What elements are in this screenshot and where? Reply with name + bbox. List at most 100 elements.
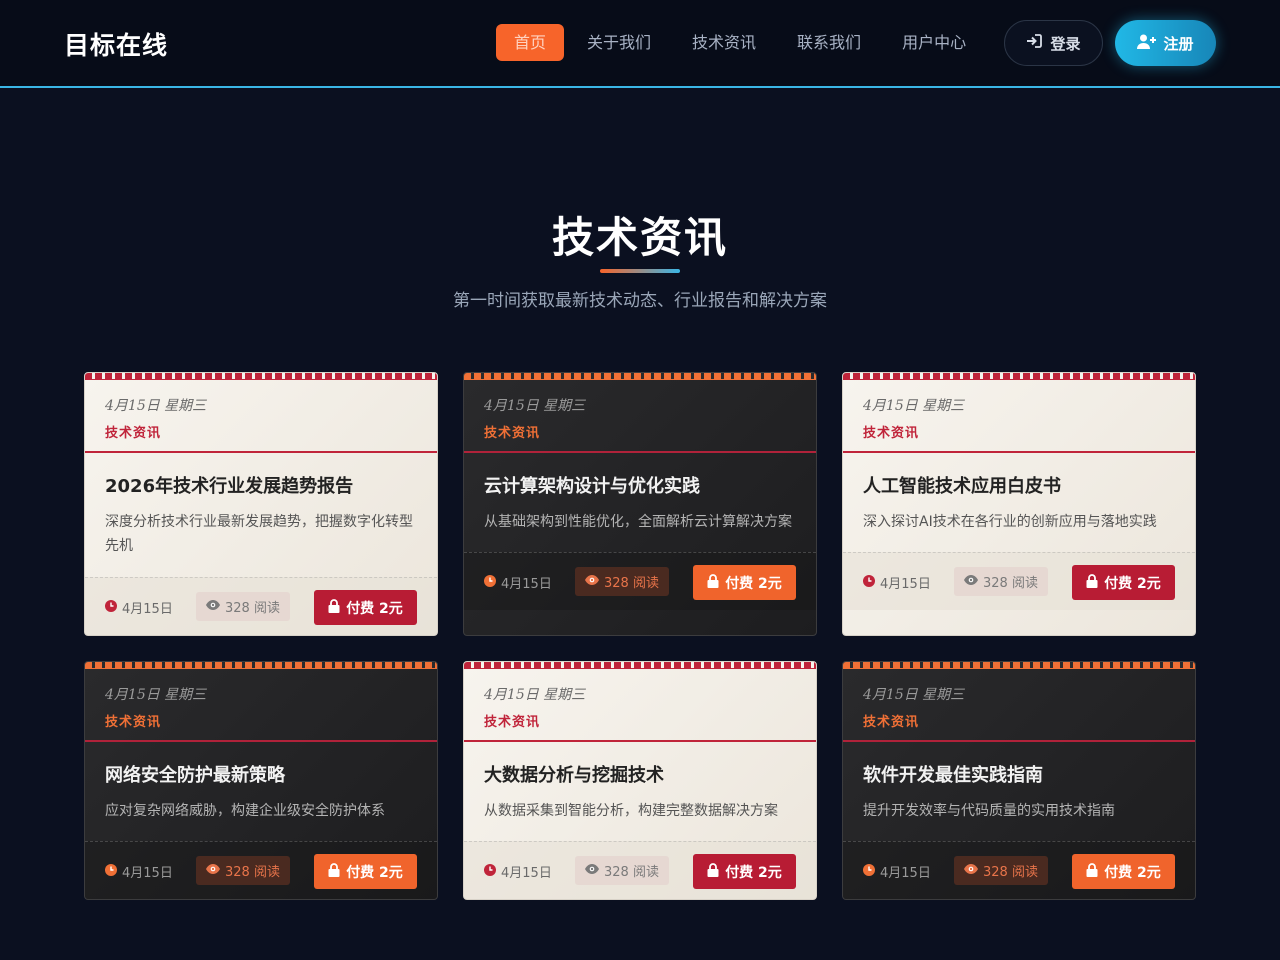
card-views-badge: 328 阅读 xyxy=(575,567,669,596)
card-views-badge: 328 阅读 xyxy=(954,856,1048,885)
card-description: 从基础架构到性能优化，全面解析云计算解决方案 xyxy=(484,514,792,530)
lock-icon xyxy=(1086,862,1098,881)
card-views-text: 328 阅读 xyxy=(983,865,1038,880)
card-stamp-border xyxy=(464,373,816,380)
card-category: 技术资讯 xyxy=(863,715,920,730)
news-card[interactable]: 4月15日 星期三 技术资讯 云计算架构设计与优化实践 从基础架构到性能优化，全… xyxy=(463,372,817,636)
card-divider xyxy=(85,740,437,742)
pay-button[interactable]: 付费 2元 xyxy=(693,854,796,889)
register-label: 注册 xyxy=(1163,34,1194,53)
card-footer-date: 4月15日 xyxy=(863,862,931,881)
card-description: 应对复杂网络威胁，构建企业级安全防护体系 xyxy=(105,803,385,819)
lock-icon xyxy=(707,862,719,881)
card-footer: 4月15日 328 阅读 付费 2元 xyxy=(843,841,1195,899)
eye-icon xyxy=(206,599,220,614)
pay-button[interactable]: 付费 2元 xyxy=(314,854,417,889)
card-date: 4月15日 星期三 xyxy=(105,398,207,414)
card-views-text: 328 阅读 xyxy=(983,576,1038,591)
card-views-badge: 328 阅读 xyxy=(196,856,290,885)
main-nav: 首页 关于我们 技术资讯 联系我们 用户中心 xyxy=(496,24,989,61)
card-date: 4月15日 星期三 xyxy=(863,398,965,414)
news-card[interactable]: 4月15日 星期三 技术资讯 大数据分析与挖掘技术 从数据采集到智能分析，构建完… xyxy=(463,661,817,900)
card-footer: 4月15日 328 阅读 付费 2元 xyxy=(464,552,816,610)
title-underline xyxy=(600,269,680,273)
card-footer: 4月15日 328 阅读 付费 2元 xyxy=(85,841,437,899)
card-title[interactable]: 人工智能技术应用白皮书 xyxy=(863,472,1061,498)
card-views-text: 328 阅读 xyxy=(225,865,280,880)
card-footer-date: 4月15日 xyxy=(105,598,173,617)
card-footer-date-text: 4月15日 xyxy=(880,866,931,881)
card-date: 4月15日 星期三 xyxy=(105,687,207,703)
card-divider xyxy=(464,451,816,453)
eye-icon xyxy=(585,863,599,878)
nav-item-tech-news[interactable]: 技术资讯 xyxy=(674,24,774,61)
lock-icon xyxy=(707,573,719,592)
login-label: 登录 xyxy=(1050,34,1081,53)
news-card[interactable]: 4月15日 星期三 技术资讯 网络安全防护最新策略 应对复杂网络威胁，构建企业级… xyxy=(84,661,438,900)
card-category: 技术资讯 xyxy=(484,426,541,441)
card-footer-date-text: 4月15日 xyxy=(122,602,173,617)
lock-icon xyxy=(1086,573,1098,592)
pay-button[interactable]: 付费 2元 xyxy=(314,590,417,625)
card-title[interactable]: 2026年技术行业发展趋势报告 xyxy=(105,472,353,498)
clock-icon xyxy=(484,574,496,591)
pay-button-label: 付费 2元 xyxy=(725,575,782,592)
pay-button-label: 付费 2元 xyxy=(725,864,782,881)
login-button[interactable]: 登录 xyxy=(1004,20,1103,66)
card-footer: 4月15日 328 阅读 付费 2元 xyxy=(843,552,1195,610)
eye-icon xyxy=(964,574,978,589)
card-footer-date: 4月15日 xyxy=(484,573,552,592)
news-card[interactable]: 4月15日 星期三 技术资讯 软件开发最佳实践指南 提升开发效率与代码质量的实用… xyxy=(842,661,1196,900)
sign-in-icon xyxy=(1026,34,1043,52)
card-category: 技术资讯 xyxy=(105,426,162,441)
lock-icon xyxy=(328,862,340,881)
card-divider xyxy=(85,451,437,453)
news-card[interactable]: 4月15日 星期三 技术资讯 人工智能技术应用白皮书 深入探讨AI技术在各行业的… xyxy=(842,372,1196,636)
card-footer-date-text: 4月15日 xyxy=(501,577,552,592)
card-title[interactable]: 软件开发最佳实践指南 xyxy=(863,761,1043,787)
card-footer-date-text: 4月15日 xyxy=(122,866,173,881)
card-description: 从数据采集到智能分析，构建完整数据解决方案 xyxy=(484,803,778,819)
card-views-badge: 328 阅读 xyxy=(196,592,290,621)
card-description: 深入探讨AI技术在各行业的创新应用与落地实践 xyxy=(863,514,1157,530)
card-title[interactable]: 云计算架构设计与优化实践 xyxy=(484,472,700,498)
card-divider xyxy=(843,451,1195,453)
pay-button[interactable]: 付费 2元 xyxy=(1072,854,1175,889)
card-description: 深度分析技术行业最新发展趋势，把握数字化转型先机 xyxy=(105,514,413,554)
clock-icon xyxy=(105,863,117,880)
nav-item-about[interactable]: 关于我们 xyxy=(569,24,669,61)
eye-icon xyxy=(964,863,978,878)
user-plus-icon xyxy=(1137,34,1157,53)
nav-item-user-center[interactable]: 用户中心 xyxy=(884,24,984,61)
clock-icon xyxy=(484,863,496,880)
card-stamp-border xyxy=(85,373,437,380)
register-button[interactable]: 注册 xyxy=(1115,20,1216,66)
card-category: 技术资讯 xyxy=(484,715,541,730)
nav-item-contact[interactable]: 联系我们 xyxy=(779,24,879,61)
card-footer-date-text: 4月15日 xyxy=(501,866,552,881)
card-stamp-border xyxy=(464,662,816,669)
card-stamp-border xyxy=(843,662,1195,669)
pay-button-label: 付费 2元 xyxy=(346,600,403,617)
card-date: 4月15日 星期三 xyxy=(863,687,965,703)
pay-button-label: 付费 2元 xyxy=(1104,864,1161,881)
clock-icon xyxy=(105,599,117,616)
card-stamp-border xyxy=(85,662,437,669)
nav-item-home[interactable]: 首页 xyxy=(496,24,565,61)
card-views-text: 328 阅读 xyxy=(225,601,280,616)
card-date: 4月15日 星期三 xyxy=(484,398,586,414)
pay-button-label: 付费 2元 xyxy=(1104,575,1161,592)
lock-icon xyxy=(328,598,340,617)
card-title[interactable]: 网络安全防护最新策略 xyxy=(105,761,285,787)
card-footer-date: 4月15日 xyxy=(484,862,552,881)
card-views-badge: 328 阅读 xyxy=(575,856,669,885)
card-description: 提升开发效率与代码质量的实用技术指南 xyxy=(863,803,1115,819)
pay-button[interactable]: 付费 2元 xyxy=(693,565,796,600)
clock-icon xyxy=(863,574,875,591)
card-title[interactable]: 大数据分析与挖掘技术 xyxy=(484,761,664,787)
pay-button[interactable]: 付费 2元 xyxy=(1072,565,1175,600)
news-card[interactable]: 4月15日 星期三 技术资讯 2026年技术行业发展趋势报告 深度分析技术行业最… xyxy=(84,372,438,636)
card-date: 4月15日 星期三 xyxy=(484,687,586,703)
site-logo[interactable]: 目标在线 xyxy=(64,26,168,62)
card-views-text: 328 阅读 xyxy=(604,576,659,591)
